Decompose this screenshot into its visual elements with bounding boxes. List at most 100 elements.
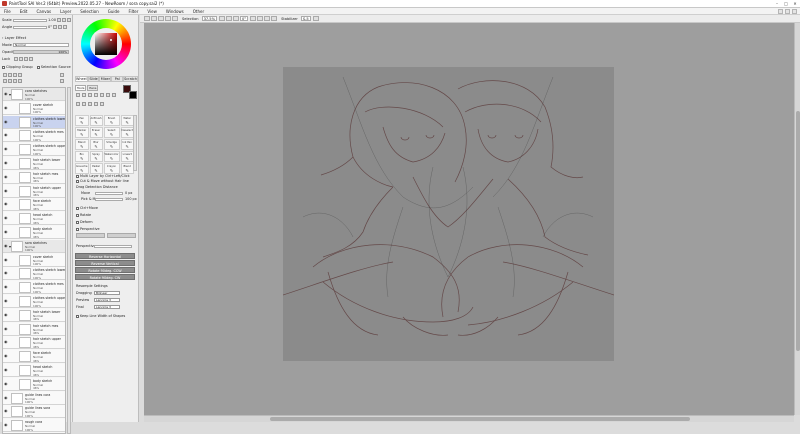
scale-slider[interactable] [13,18,47,22]
dragging-select[interactable]: Bilinear [94,291,120,295]
fill-icon[interactable] [94,102,98,106]
tool-slot[interactable]: Marker ✎ [75,127,89,138]
layer-row[interactable]: ◉ face sketch Normal 46% [3,198,65,212]
magic-wand-icon[interactable] [88,93,92,97]
layer-settings-icon[interactable] [18,79,22,83]
lock-pixels-button[interactable] [14,57,18,61]
menu-edit[interactable]: Edit [20,9,28,14]
eye-icon[interactable]: ◉ [4,409,8,413]
deform-checkbox[interactable] [76,220,79,224]
doc-close-icon[interactable] [792,9,797,14]
perspective-slider[interactable] [94,244,132,248]
rotate-checkbox[interactable] [76,213,79,217]
layer-folder[interactable]: ◉ ▾ sora sketches Normal 100% [3,239,65,253]
clear-layer-icon[interactable] [13,79,17,83]
eye-icon[interactable]: ◉ [4,133,8,137]
lock-opacity-button[interactable] [29,57,33,61]
rotate-cw-button[interactable]: Rotate 90deg. CW [75,274,135,280]
tab-tools[interactable]: Tools [75,85,87,91]
multi-layer-option[interactable]: Multi Layer by Ctrl+Left/Click [76,174,130,178]
stabilizer-options-icon[interactable] [312,16,319,21]
shape-icon[interactable] [88,102,92,106]
angle-plus-button[interactable] [58,25,63,29]
keep-line-checkbox[interactable] [76,314,79,318]
eye-icon[interactable]: ◉ [4,92,8,96]
eye-icon[interactable]: ◉ [4,368,8,372]
mode-select[interactable]: Normal [13,43,69,47]
layer-row[interactable]: ◉ clothes sketch lower Normal 100% [3,115,65,129]
eye-icon[interactable]: ◉ [4,174,8,179]
layer-row[interactable]: ◉ hair sketch mes Normal 46% [3,170,65,184]
eye-icon[interactable]: ◉ [4,271,8,275]
clipping-checkbox[interactable] [2,65,5,69]
pick-move-slider[interactable] [95,197,123,201]
layer-row[interactable]: ◉ clothes sketch lower Normal 100% [3,267,65,281]
tab-scratch[interactable]: Scratch [123,76,138,82]
tool-slot[interactable]: Lineart ✎ [120,151,134,162]
eye-icon[interactable]: ◉ [4,395,8,400]
menu-windows[interactable]: Windows [166,9,184,14]
color-marker[interactable] [110,39,112,41]
stabilizer-select[interactable]: S-5 [300,16,311,21]
tool-slot[interactable]: Deselect ✎ [120,127,134,138]
eye-icon[interactable]: ◉ [4,312,8,317]
rotate-ccw-button[interactable]: Rotate 90deg. CCW [75,267,135,273]
tool-slot[interactable]: Smudge ✎ [103,139,120,150]
toolbar-undo-icon[interactable] [144,16,150,21]
eye-icon[interactable]: ◉ [4,423,8,427]
menu-selection[interactable]: Selection [80,9,98,14]
eye-icon[interactable]: ◉ [4,147,8,151]
rect-select-icon[interactable] [76,93,80,97]
layer-list[interactable]: ◉ ▾ cora sketches Normal 100% ◉ cover sketch No… [2,87,66,434]
final-select[interactable]: Lanczos 3 [94,305,120,309]
canvas-sketch[interactable] [283,67,614,361]
layer-row[interactable]: ◉ hair sketch mes Normal 46% [3,322,65,336]
layer-row[interactable]: ◉ face sketch Normal 46% [3,350,65,364]
tool-slot[interactable]: Blend ✎ [75,139,89,150]
eye-icon[interactable]: ◉ [4,257,8,262]
eye-icon[interactable]: ◉ [4,243,8,248]
tool-slot[interactable]: Pastel ✎ [89,163,103,174]
tool-slot[interactable]: Bin ✎ [75,151,89,162]
zoom-icon[interactable] [100,93,104,97]
cut-move-checkbox[interactable] [76,179,79,183]
layer-row[interactable]: ◉ clothes sketch mes Normal 100% [3,281,65,295]
menu-filter[interactable]: Filter [128,9,138,14]
move-distance-slider[interactable] [95,191,123,195]
minimize-icon[interactable]: – [774,1,780,6]
hand-icon[interactable] [112,93,116,97]
layer-menu-icon[interactable] [60,79,64,83]
gradient-icon[interactable] [100,102,104,106]
rotate-icon[interactable] [106,93,110,97]
scale-reset-button[interactable] [67,18,72,22]
lock-draw-button[interactable] [24,57,28,61]
flip-icon[interactable] [271,16,278,21]
perspective-checkbox[interactable] [76,227,79,231]
ctrl-move-checkbox[interactable] [76,206,79,210]
cancel-button[interactable] [107,233,136,238]
doc-restore-icon[interactable] [785,9,790,14]
layer-row[interactable]: ◉ hair sketch upper Normal 46% [3,184,65,198]
new-mask-icon[interactable] [18,73,22,77]
layer-row[interactable]: ◉ cover sketch Normal 100% [3,101,65,115]
new-folder-icon[interactable] [13,73,17,77]
zoom-field[interactable]: 37.5% [201,16,217,21]
eye-icon[interactable]: ◉ [4,161,8,165]
zoom-out-icon[interactable] [218,16,225,21]
tool-grid-scrollbar[interactable] [133,115,137,171]
menu-guide[interactable]: Guide [108,9,120,14]
eye-icon[interactable]: ◉ [4,230,8,234]
tool-slot[interactable]: Blend ✎ [120,163,134,174]
rotate-option[interactable]: Rotate [76,213,91,217]
layer-effect-row[interactable]: › Layer Effect [2,36,26,40]
layer-row[interactable]: ◉ rough cora Normal 100% [3,419,65,433]
menu-layer[interactable]: Layer [60,9,71,14]
toolbar-invert-icon[interactable] [165,16,171,21]
eye-icon[interactable]: ◉ [4,188,8,193]
eye-icon[interactable]: ◉ [4,119,8,124]
lasso-icon[interactable] [82,93,86,97]
tab-pens[interactable]: Pens [87,85,99,91]
secondary-color-swatch[interactable] [129,91,137,99]
layer-row[interactable]: ◉ hair sketch upper Normal 46% [3,336,65,350]
tab-mixer[interactable]: Mixer [99,76,112,82]
